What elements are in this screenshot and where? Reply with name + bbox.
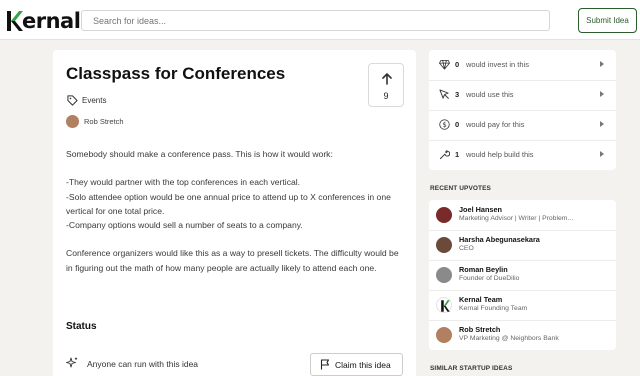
chevron-right-icon (600, 151, 604, 157)
avatar (436, 327, 452, 343)
stat-label: would use this (466, 90, 514, 99)
recent-upvotes-card: Joel Hansen Marketing Advisor | Writer |… (429, 200, 616, 350)
description-paragraph: Somebody should make a conference pass. … (66, 149, 333, 159)
upvoter-role: Founder of DueDilio (459, 275, 520, 282)
list-item[interactable]: Roman Beylin Founder of DueDilio (429, 260, 616, 290)
upvoter-name: Kernal Team (459, 295, 503, 304)
upvoter-role: CEO (459, 245, 474, 252)
stat-row-build[interactable]: 1 would help build this (429, 140, 616, 170)
kernal-logo-icon (5, 10, 25, 32)
flag-icon (320, 359, 330, 370)
idea-author[interactable]: Rob Stretch (66, 115, 124, 128)
sparkle-icon (66, 357, 78, 368)
upvote-button[interactable]: 9 (368, 63, 404, 107)
upvoter-role: VP Marketing @ Neighbors Bank (459, 335, 559, 342)
stat-row-pay[interactable]: $ 0 would pay for this (429, 110, 616, 140)
avatar (66, 115, 79, 128)
kernal-logo-icon (441, 300, 450, 312)
dollar-icon: $ (439, 119, 450, 130)
stat-row-invest[interactable]: 0 would invest in this (429, 50, 616, 80)
claim-label: Claim this idea (335, 359, 391, 370)
status-text: Anyone can run with this idea (87, 359, 199, 369)
upvoter-name: Harsha Abegunasekara (459, 235, 540, 244)
idea-description: Somebody should make a conference pass. … (66, 147, 406, 289)
kernal-logo[interactable]: ernal (5, 9, 81, 33)
upvoter-role: Kernal Founding Team (459, 305, 528, 312)
chevron-right-icon (600, 91, 604, 97)
svg-text:$: $ (442, 121, 446, 129)
upvoter-role: Marketing Advisor | Writer | Problem... (459, 215, 574, 222)
stat-count: 0 (455, 60, 460, 69)
idea-title: Classpass for Conferences (66, 64, 286, 83)
upvoter-name: Roman Beylin (459, 265, 508, 274)
stat-label: would help build this (466, 150, 534, 159)
tag-label: Events (82, 96, 107, 105)
recent-upvotes-heading: RECENT UPVOTES (430, 185, 491, 192)
list-item[interactable]: Kernal Team Kernal Founding Team (429, 290, 616, 320)
top-bar: ernal Submit Idea (0, 0, 640, 40)
idea-tag[interactable]: Events (67, 95, 106, 106)
status-heading: Status (66, 321, 97, 332)
upvoter-name: Rob Stretch (459, 325, 501, 334)
upvote-count: 9 (383, 91, 389, 101)
tag-icon (67, 95, 78, 106)
author-name: Rob Stretch (84, 117, 124, 126)
stat-count: 1 (455, 150, 460, 159)
upvoter-name: Joel Hansen (459, 205, 502, 214)
status-row: Anyone can run with this idea Claim this… (66, 352, 406, 376)
idea-card: Classpass for Conferences 9 Events Rob S… (53, 50, 416, 376)
submit-idea-button[interactable]: Submit Idea (578, 8, 637, 33)
stat-count: 3 (455, 90, 460, 99)
stat-count: 0 (455, 120, 460, 129)
list-item[interactable]: Rob Stretch VP Marketing @ Neighbors Ban… (429, 320, 616, 350)
avatar (436, 297, 452, 313)
description-paragraph: -They would partner with the top confere… (66, 177, 391, 231)
arrow-up-icon (382, 73, 392, 85)
similar-ideas-heading: SIMILAR STARTUP IDEAS (430, 365, 513, 372)
logo-text: ernal (22, 9, 81, 33)
avatar (436, 237, 452, 253)
claim-idea-button[interactable]: Claim this idea (310, 353, 403, 376)
stat-label: would invest in this (466, 60, 529, 69)
chevron-right-icon (600, 61, 604, 67)
search-input[interactable] (81, 10, 550, 31)
avatar (436, 207, 452, 223)
chevron-right-icon (600, 121, 604, 127)
stat-row-use[interactable]: 3 would use this (429, 80, 616, 110)
stat-label: would pay for this (466, 120, 525, 129)
description-paragraph: Conference organizers would like this as… (66, 248, 399, 273)
list-item[interactable]: Harsha Abegunasekara CEO (429, 230, 616, 260)
list-item[interactable]: Joel Hansen Marketing Advisor | Writer |… (429, 200, 616, 230)
cursor-icon (439, 89, 449, 99)
diamond-icon (439, 59, 450, 70)
wrench-icon (439, 150, 450, 160)
avatar (436, 267, 452, 283)
engagement-stats-card: 0 would invest in this 3 would use this … (429, 50, 616, 170)
